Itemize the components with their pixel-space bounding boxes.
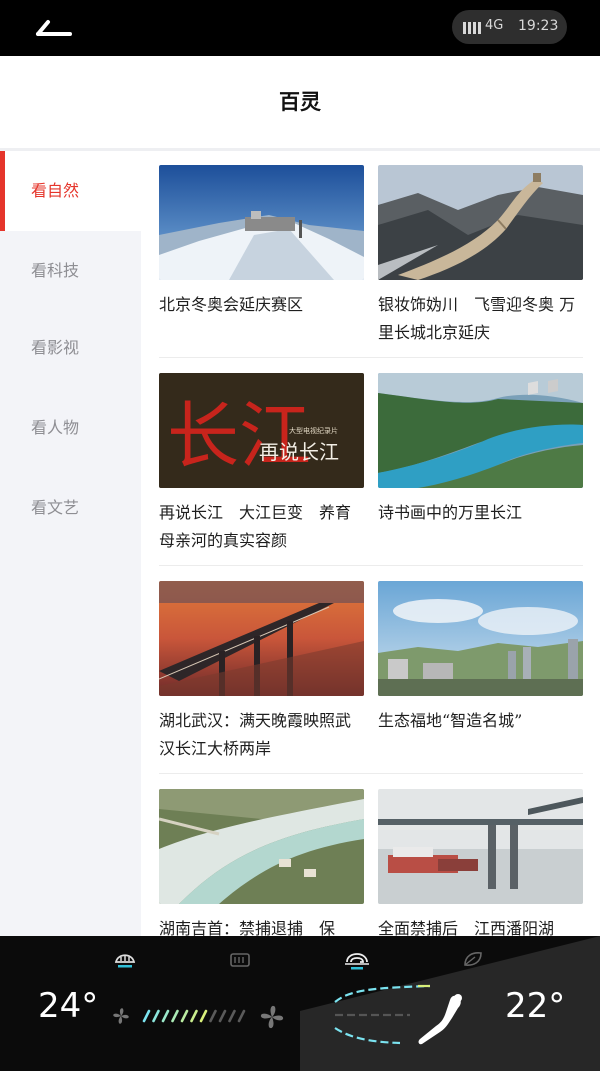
- page-title: 百灵: [279, 89, 321, 114]
- thumbnail-snowy-mountain: [159, 165, 364, 280]
- video-card[interactable]: 全面禁捕后 江西潘阳湖: [378, 789, 583, 936]
- recirculation-icon[interactable]: [343, 950, 371, 970]
- fan-level-segment: [228, 1009, 236, 1023]
- fan-level-segment: [142, 1009, 151, 1023]
- front-defrost-icon[interactable]: [113, 950, 137, 970]
- network-type: 4G: [485, 18, 504, 33]
- thumbnail-caption: 大型电视纪录片: [289, 426, 338, 435]
- fan-level-segment: [161, 1009, 170, 1023]
- row-divider: [159, 357, 583, 358]
- video-grid: 北京冬奥会延庆赛区 银妆饰妫川 飞雪迎冬奥 万里长城北京延庆 长江 大型电视纪录…: [141, 151, 600, 936]
- sidebar-item-film[interactable]: 看影视: [0, 308, 141, 388]
- passenger-temperature[interactable]: 22°: [505, 986, 565, 1026]
- thumbnail-series-title: 再说长江: [259, 440, 339, 464]
- clock: 19:23: [518, 18, 559, 34]
- video-card[interactable]: 湖北武汉：满天晚霞映照武汉长江大桥两岸: [159, 581, 364, 763]
- rear-defrost-icon[interactable]: [228, 951, 252, 969]
- page-header: 百灵: [0, 56, 600, 151]
- thumbnail-wuhan-bridge-sunset: [159, 581, 364, 696]
- video-card[interactable]: 北京冬奥会延庆赛区: [159, 165, 364, 347]
- fan-high-icon[interactable]: [257, 1002, 287, 1032]
- sidebar-item-arts[interactable]: 看文艺: [0, 468, 141, 548]
- fan-level-segment: [199, 1009, 208, 1023]
- sidebar-item-technology[interactable]: 看科技: [0, 231, 141, 311]
- back-arrow-icon[interactable]: [34, 18, 74, 40]
- video-card[interactable]: 湖南吉首：禁捕退捕 保: [159, 789, 364, 936]
- thumbnail-river-aerial: [378, 373, 583, 488]
- status-pill: 4G 19:23: [452, 10, 567, 44]
- video-card[interactable]: 银妆饰妫川 飞雪迎冬奥 万里长城北京延庆: [378, 165, 583, 347]
- card-title: 全面禁捕后 江西潘阳湖: [378, 919, 555, 936]
- card-title: 生态福地“智造名城”: [378, 711, 523, 730]
- seat-airflow-icon[interactable]: [414, 992, 470, 1048]
- driver-temperature[interactable]: 24°: [38, 986, 98, 1026]
- fan-level-segment: [171, 1009, 179, 1023]
- fan-level-segment: [209, 1009, 217, 1023]
- card-title: 银妆饰妫川 飞雪迎冬奥 万里长城北京延庆: [378, 295, 576, 342]
- card-title: 北京冬奥会延庆赛区: [159, 295, 304, 314]
- thumbnail-city-skyline: [378, 581, 583, 696]
- fan-level-segment: [180, 1009, 189, 1023]
- fan-level-segment: [190, 1009, 198, 1023]
- card-title: 湖南吉首：禁捕退捕 保: [159, 919, 336, 936]
- status-bar: 4G 19:23: [0, 0, 600, 56]
- category-sidebar: 看自然 看科技 看影视 看人物 看文艺: [0, 151, 141, 936]
- thumbnail-yangtze-documentary: 长江 大型电视纪录片 再说长江: [159, 373, 364, 488]
- thumbnail-calligraphy: 长江: [167, 394, 311, 478]
- fan-level-segment: [237, 1009, 246, 1023]
- thumbnail-poyang-lake: [378, 789, 583, 904]
- sidebar-item-nature[interactable]: 看自然: [0, 151, 141, 231]
- video-card[interactable]: 生态福地“智造名城”: [378, 581, 583, 763]
- fan-low-icon[interactable]: [110, 1005, 132, 1027]
- video-card[interactable]: 长江 大型电视纪录片 再说长江 再说长江 大江巨变 养育母亲河的真实容颜: [159, 373, 364, 555]
- signal-icon: [463, 22, 483, 34]
- fan-level-segment: [152, 1009, 160, 1023]
- fan-level-segment: [218, 1009, 227, 1023]
- card-title: 诗书画中的万里长江: [378, 503, 523, 522]
- card-title: 湖北武汉：满天晚霞映照武汉长江大桥两岸: [159, 711, 352, 758]
- card-title: 再说长江 大江巨变 养育母亲河的真实容颜: [159, 503, 352, 550]
- video-card[interactable]: 诗书画中的万里长江: [378, 373, 583, 555]
- row-divider: [159, 773, 583, 774]
- eco-leaf-icon[interactable]: [462, 950, 484, 968]
- fan-speed-bar[interactable]: [140, 1008, 250, 1024]
- row-divider: [159, 565, 583, 566]
- thumbnail-great-wall-snow: [378, 165, 583, 280]
- sidebar-item-people[interactable]: 看人物: [0, 388, 141, 468]
- climate-control-bar: 24° 22°: [0, 936, 600, 1071]
- thumbnail-jishou-river: [159, 789, 364, 904]
